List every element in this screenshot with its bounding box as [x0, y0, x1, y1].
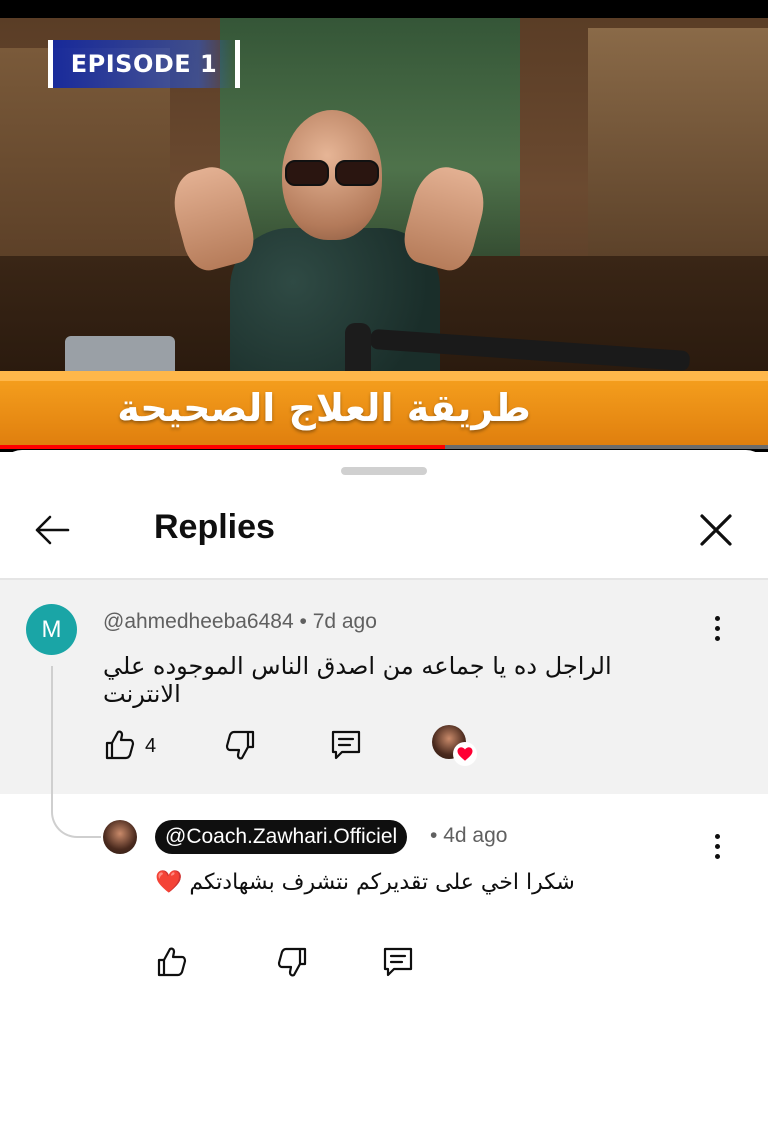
- thumbs-down-icon: [277, 947, 307, 977]
- kebab-dot: [714, 615, 720, 621]
- comment-text: الراجل ده يا جماعه من اصدق الناس الموجود…: [103, 652, 612, 708]
- replies-sheet: Replies M @ahmedheeba6484 • 7d ago الراج…: [0, 450, 768, 1146]
- reply-comment: @Coach.Zawhari.Officiel • 4d ago شكرا اخ…: [0, 794, 768, 1014]
- more-options-button[interactable]: [705, 608, 729, 648]
- heart-icon: [457, 747, 473, 761]
- close-icon: [700, 514, 732, 546]
- more-options-button[interactable]: [705, 826, 729, 866]
- video-banner-text: طريقة العلاج الصحيحة: [117, 386, 531, 430]
- reply-button[interactable]: [326, 725, 366, 765]
- arrow-left-icon: [35, 515, 70, 545]
- kebab-dot: [714, 833, 720, 839]
- drag-handle[interactable]: [341, 467, 427, 475]
- comment-icon: [383, 947, 413, 977]
- avatar[interactable]: [103, 820, 137, 854]
- comment-time: 4d ago: [443, 824, 508, 847]
- avatar[interactable]: M: [26, 604, 77, 655]
- like-button[interactable]: [152, 942, 192, 982]
- meta-separator: •: [299, 610, 307, 633]
- thumbs-down-icon: [225, 730, 255, 760]
- close-button[interactable]: [692, 506, 740, 554]
- comment-text: شكرا اخي على تقديركم نتشرف بشهادتكم ❤️: [155, 870, 575, 895]
- back-button[interactable]: [28, 506, 76, 554]
- page-title: Replies: [154, 508, 275, 546]
- dislike-button[interactable]: [272, 942, 312, 982]
- avatar-letter: M: [41, 615, 62, 643]
- meta-separator: •: [430, 824, 438, 847]
- creator-author-badge[interactable]: @Coach.Zawhari.Officiel: [155, 820, 408, 854]
- parent-comment: M @ahmedheeba6484 • 7d ago الراجل ده يا …: [0, 580, 768, 794]
- video-progress-bar[interactable]: [0, 445, 768, 449]
- creator-heart-badge: [432, 725, 478, 771]
- thumbs-up-icon: [157, 947, 187, 977]
- reply-meta: • 4d ago: [430, 824, 507, 848]
- thumbs-up-icon: [105, 730, 135, 760]
- comment-author[interactable]: @ahmedheeba6484: [103, 610, 294, 633]
- comment-meta: @ahmedheeba6484 • 7d ago: [103, 610, 377, 634]
- sheet-header: Replies: [0, 490, 768, 580]
- episode-badge: EPISODE 1: [48, 40, 240, 88]
- episode-badge-text: EPISODE 1: [70, 50, 218, 78]
- video-progress-fill: [0, 445, 446, 449]
- comment-time: 7d ago: [312, 610, 377, 633]
- video-player[interactable]: EPISODE 1 طريقة العلاج الصحيحة: [0, 0, 768, 452]
- comment-icon: [331, 730, 361, 760]
- reply-button[interactable]: [378, 942, 418, 982]
- video-title-banner: طريقة العلاج الصحيحة: [0, 371, 768, 445]
- presenter-sunglasses: [285, 160, 379, 186]
- like-count: 4: [145, 735, 157, 757]
- background-shelf-right: [588, 28, 768, 268]
- like-button[interactable]: [100, 725, 140, 765]
- dislike-button[interactable]: [220, 725, 260, 765]
